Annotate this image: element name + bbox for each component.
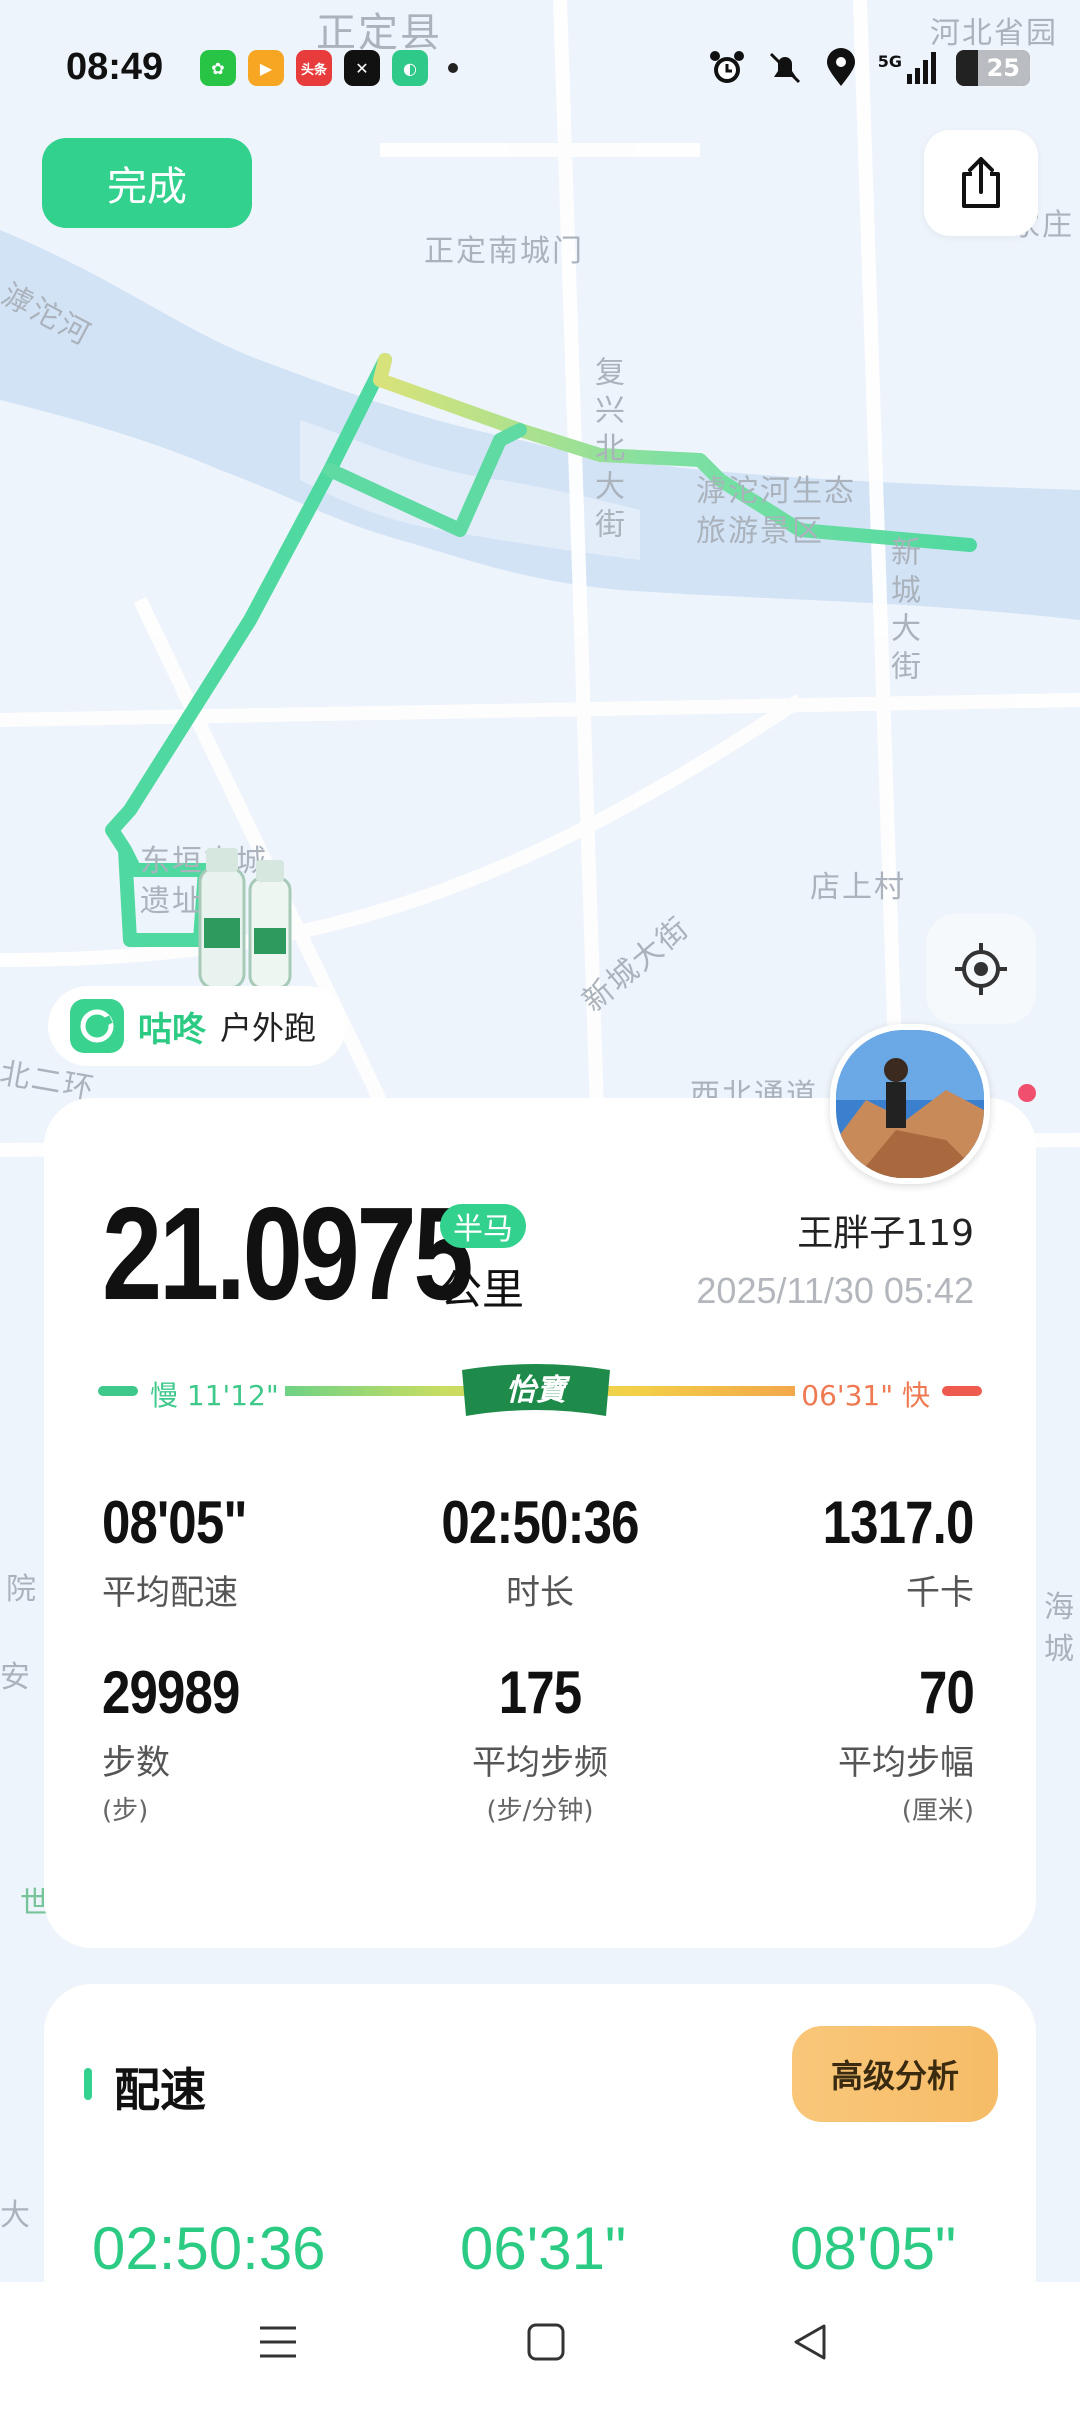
map-label-yuan: 院: [6, 1572, 38, 1607]
stat-unit: (步/分钟): [486, 1796, 594, 1826]
advanced-analysis-button[interactable]: 高级分析: [792, 2026, 998, 2122]
stat-label: 平均配速: [102, 1573, 238, 1613]
capcut-icon: ✕: [344, 50, 380, 86]
stat-label: 千卡: [906, 1573, 974, 1613]
brand-sub: 户外跑: [220, 1009, 317, 1047]
pace-total-time: 02:50:36: [92, 2215, 326, 2282]
more-notifications-dot: [448, 63, 458, 73]
crosshair-icon: [955, 943, 1007, 995]
stat-stride: 70 平均步幅 (厘米): [838, 1658, 975, 1827]
stat-label: 平均步频: [472, 1743, 608, 1783]
locate-button[interactable]: [926, 914, 1036, 1024]
stat-unit: (厘米): [901, 1796, 974, 1826]
user-avatar[interactable]: [830, 1024, 990, 1184]
share-button[interactable]: [924, 130, 1038, 236]
notification-dot: [1018, 1084, 1036, 1102]
summary-card: 21.0975 半马 公里 王胖子119 2025/11/30 05:42 慢 …: [44, 1098, 1036, 1948]
brand-chip: 咕咚 户外跑: [48, 986, 347, 1066]
gudong-logo-icon: [70, 999, 124, 1053]
home-icon[interactable]: [526, 2322, 566, 2362]
battery-icon: 25: [956, 50, 1030, 86]
pace-section-title: 配速: [114, 2063, 206, 2117]
map-label-da: 大: [0, 2198, 32, 2233]
pace-fast-label: 06'31" 快: [795, 1374, 936, 1414]
status-bar: 08:49 ✿ ▶ 头条 ✕ ◐ 5G 25: [0, 40, 1080, 100]
network-type: 5G: [877, 52, 902, 71]
stat-value: 175: [498, 1659, 582, 1726]
mute-icon: [769, 52, 800, 84]
stat-value: 02:50:36: [441, 1489, 639, 1556]
stat-unit: (步): [102, 1796, 149, 1826]
sponsor-name: 怡寶: [506, 1373, 571, 1408]
map-label-xincheng-street: 新城大街: [885, 536, 920, 688]
pace-bar-fast-end: [942, 1386, 982, 1396]
run-datetime: 2025/11/30 05:42: [696, 1270, 974, 1311]
video-app-icon: ▶: [248, 50, 284, 86]
stat-calories: 1317.0 千卡: [796, 1488, 975, 1614]
distance-unit: 公里: [440, 1265, 525, 1314]
stat-value: 1317.0: [823, 1489, 975, 1556]
distance-value: 21.0975: [102, 1180, 474, 1327]
pace-fastest: 06'31": [460, 2215, 627, 2282]
map-label-eco-zone-2: 旅游景区: [696, 514, 824, 549]
map-label-cheng: 城: [1044, 1632, 1076, 1667]
pace-bar-slow-end: [98, 1386, 138, 1396]
pace-range-bar: 慢 11'12" 06'31" 快 怡寶: [98, 1354, 982, 1426]
stat-label: 时长: [506, 1573, 574, 1613]
map-label-south-gate: 正定南城门: [424, 234, 584, 269]
half-marathon-badge: 半马: [440, 1204, 526, 1248]
status-app-icons: ✿ ▶ 头条 ✕ ◐: [200, 50, 458, 86]
stat-value: 08'05": [102, 1489, 248, 1556]
status-system-icons: 5G 25: [708, 48, 1030, 88]
status-time: 08:49: [66, 46, 164, 88]
map-label-fuxing-street: 复兴北大街: [589, 356, 624, 546]
stat-avg-pace: 08'05" 平均配速: [102, 1488, 272, 1614]
stat-duration: 02:50:36 时长: [390, 1488, 690, 1614]
stat-cadence: 175 平均步频 (步/分钟): [390, 1658, 690, 1827]
menu-icon[interactable]: [258, 2322, 298, 2362]
gudong-icon: ◐: [392, 50, 428, 86]
stat-label: 平均步幅: [838, 1743, 974, 1783]
wechat-icon: ✿: [200, 50, 236, 86]
brand-name: 咕咚: [138, 1009, 206, 1050]
system-nav-bar: [0, 2282, 1080, 2412]
map-label-hai: 海: [1044, 1590, 1076, 1625]
location-icon: [826, 48, 855, 86]
username: 王胖子119: [797, 1213, 974, 1254]
signal-icon: 5G: [878, 52, 936, 84]
share-icon: [962, 157, 1000, 208]
sponsor-logo: 怡寶: [462, 1364, 610, 1416]
map-label-eco-zone-1: 滹沱河生态: [696, 474, 856, 509]
map-label-an: 安: [0, 1660, 32, 1695]
battery-level: 25: [986, 54, 1020, 82]
done-button[interactable]: 完成: [42, 138, 252, 228]
stat-steps: 29989 步数 (步): [102, 1658, 264, 1827]
section-accent-bar: [84, 2068, 92, 2100]
water-bottles-image: [198, 848, 292, 990]
back-icon[interactable]: [790, 2322, 830, 2362]
toutiao-icon: 头条: [296, 50, 332, 86]
stat-value: 70: [918, 1659, 975, 1726]
pace-slow-label: 慢 11'12": [144, 1374, 285, 1414]
alarm-icon: [709, 51, 744, 83]
stat-value: 29989: [102, 1659, 240, 1726]
stat-label: 步数: [102, 1743, 170, 1783]
pace-average: 08'05": [790, 2215, 957, 2282]
map-label-dianshang: 店上村: [810, 870, 906, 905]
